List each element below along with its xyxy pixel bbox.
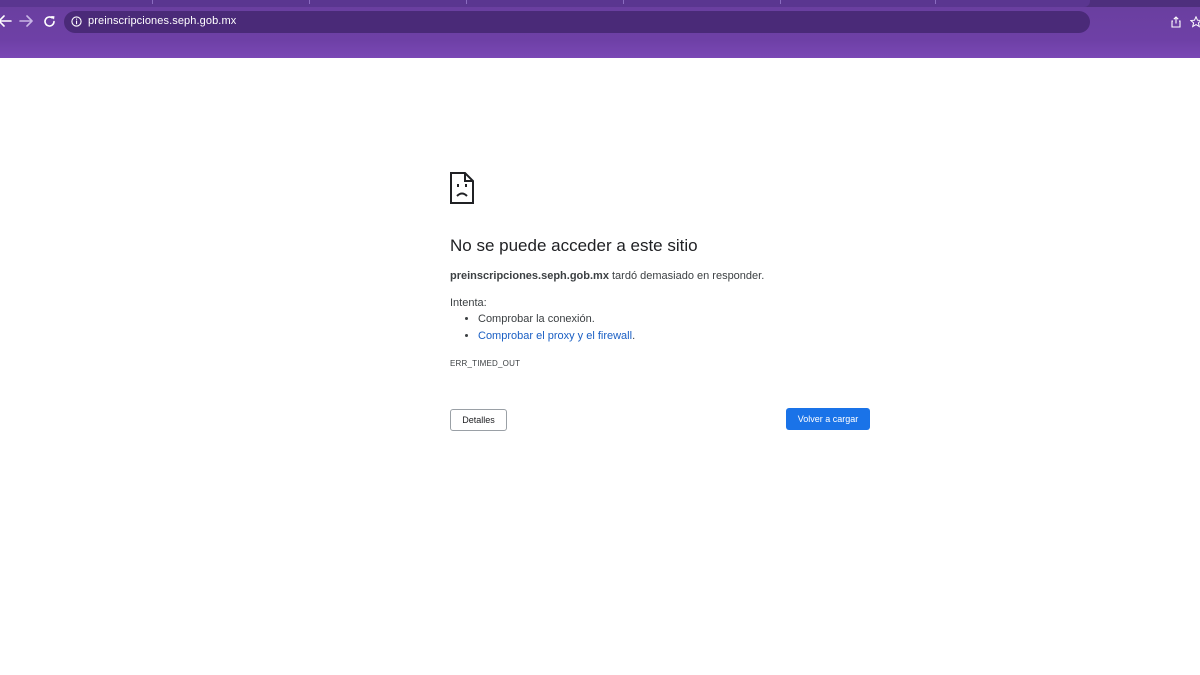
- error-message: tardó demasiado en responder.: [608, 270, 765, 282]
- error-summary: preinscripciones.seph.gob.mx tardó demas…: [450, 270, 764, 282]
- reload-button[interactable]: Volver a cargar: [786, 408, 870, 430]
- arrow-left-icon: [0, 15, 12, 27]
- tab-separator: [780, 0, 781, 4]
- tab-separator: [623, 0, 624, 4]
- suggestion-list: Comprobar la conexión. Comprobar el prox…: [478, 314, 635, 348]
- browser-chrome: preinscripciones.seph.gob.mx: [0, 0, 1200, 58]
- suggestion-suffix: .: [632, 330, 636, 342]
- tab-strip-area[interactable]: [0, 0, 1090, 7]
- share-icon: [1171, 16, 1181, 28]
- check-proxy-firewall-link[interactable]: Comprobar el proxy y el firewall: [478, 330, 632, 342]
- url-text[interactable]: preinscripciones.seph.gob.mx: [88, 15, 236, 27]
- suggestion-check-proxy: Comprobar el proxy y el firewall.: [478, 331, 635, 342]
- bookmark-button[interactable]: [1189, 15, 1200, 33]
- info-icon[interactable]: [71, 16, 82, 27]
- suggestion-check-connection: Comprobar la conexión.: [478, 314, 635, 325]
- details-button[interactable]: Detalles: [450, 409, 507, 431]
- tab-separator: [466, 0, 467, 4]
- browser-toolbar: preinscripciones.seph.gob.mx: [0, 7, 1200, 35]
- tab-separator: [309, 0, 310, 4]
- tab-strip: [0, 0, 1200, 7]
- address-bar[interactable]: preinscripciones.seph.gob.mx: [64, 11, 1090, 33]
- error-code: ERR_TIMED_OUT: [450, 359, 521, 368]
- tab-separator: [935, 0, 936, 4]
- star-icon: [1189, 15, 1200, 28]
- sad-document-icon: [450, 172, 474, 204]
- forward-button[interactable]: [17, 13, 35, 29]
- error-title: No se puede acceder a este sitio: [450, 236, 698, 255]
- error-host: preinscripciones.seph.gob.mx: [450, 270, 609, 282]
- reload-page-button[interactable]: [40, 13, 58, 29]
- back-button[interactable]: [0, 13, 14, 29]
- share-button[interactable]: [1170, 15, 1182, 33]
- tab-separator: [152, 0, 153, 4]
- arrow-right-icon: [19, 15, 33, 27]
- try-label: Intenta:: [450, 297, 487, 309]
- reload-icon: [43, 15, 55, 27]
- suggestion-text: Comprobar la conexión.: [478, 313, 595, 325]
